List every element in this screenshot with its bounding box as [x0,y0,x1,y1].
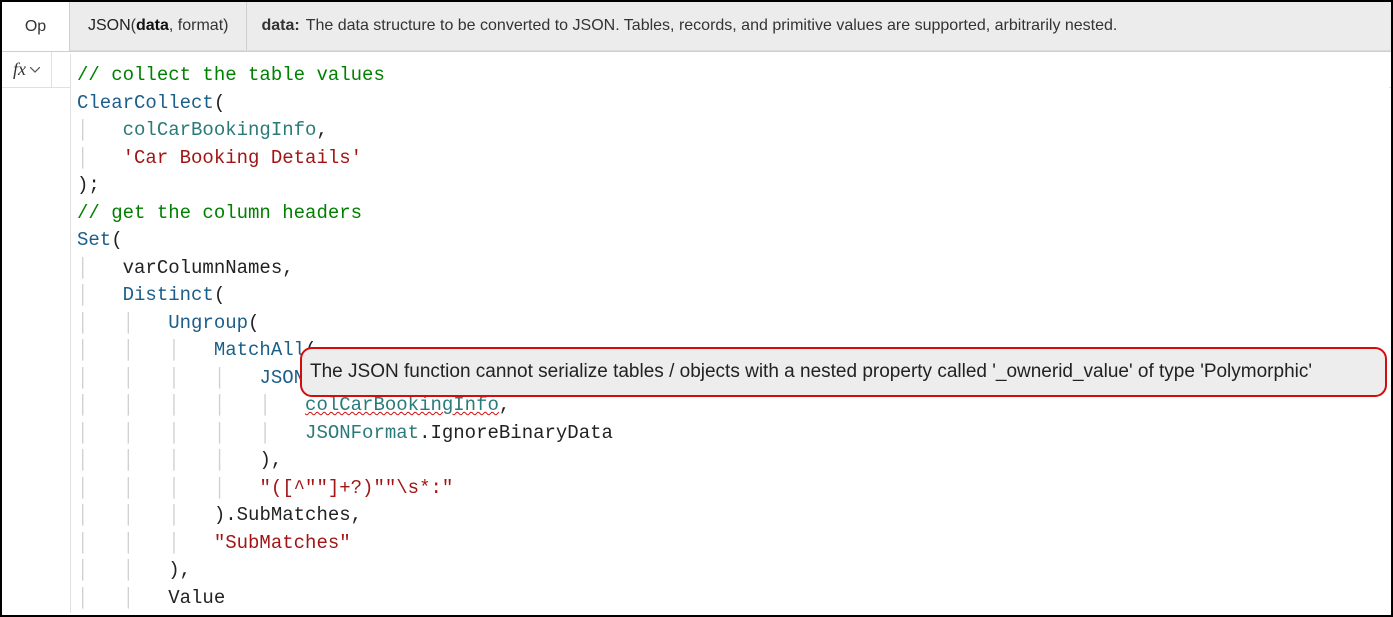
signature-function: JSON(data, format) [70,2,247,50]
code-ident-error: colCarBookingInfo [305,394,499,416]
code-ident: colCarBookingInfo [123,119,317,141]
error-message: The JSON function cannot serialize table… [310,361,1312,383]
code-string: "([^""]+?)""\s*:" [259,477,453,499]
code-fn: Ungroup [168,312,248,334]
code-comment: // get the column headers [77,202,362,224]
code-fn: Distinct [123,284,214,306]
signature-bar: JSON(data, format) data: The data struct… [70,2,1391,51]
code-ident: varColumnNames [123,257,283,279]
sig-func-name: JSON [88,17,131,35]
code-fn: JSON [259,367,305,389]
code-comment: // collect the table values [77,64,385,86]
fx-indicator[interactable]: fx [2,52,52,87]
property-label: Op [25,18,46,36]
sig-arg-bold: data [136,17,169,35]
code-fn: Set [77,229,111,251]
code-ident: JSONFormat [305,422,419,444]
sig-param-desc: The data structure to be converted to JS… [306,17,1118,35]
code-fn: ClearCollect [77,92,214,114]
code-string: "SubMatches" [214,532,351,554]
error-tooltip: The JSON function cannot serialize table… [300,347,1387,397]
code-member: .IgnoreBinaryData [419,422,613,444]
code-member: .SubMatches, [225,504,362,526]
signature-description: data: The data structure to be converted… [247,17,1131,35]
code-ident: Value [168,587,225,609]
sig-rest: , format) [169,17,229,35]
property-cell[interactable]: Op [2,2,70,51]
fx-text: fx [13,59,26,80]
sig-param-name: data: [261,17,299,35]
code-string: 'Car Booking Details' [123,147,362,169]
formula-editor[interactable]: // collect the table values ClearCollect… [70,54,1389,613]
signature-row: Op JSON(data, format) data: The data str… [2,2,1391,52]
chevron-down-icon [30,67,40,73]
code-fn: MatchAll [214,339,305,361]
code-area[interactable]: // collect the table values ClearCollect… [71,54,1389,613]
